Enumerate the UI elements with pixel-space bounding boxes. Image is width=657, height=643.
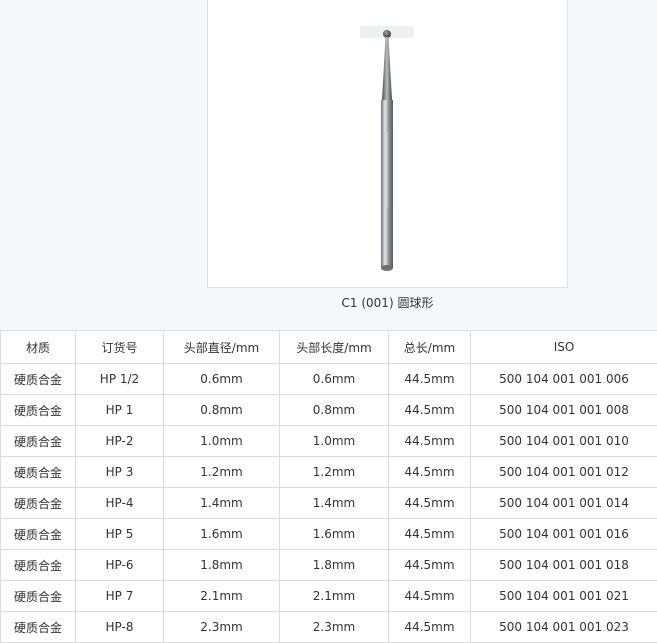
cell-material: 硬质合金: [0, 580, 76, 612]
table-row: 硬质合金 HP 3 1.2mm 1.2mm 44.5mm 500 104 001…: [0, 456, 657, 488]
cell-iso: 500 104 001 001 010: [470, 425, 657, 457]
product-image-frame: [207, 0, 568, 288]
cell-total-length: 44.5mm: [388, 549, 471, 581]
cell-total-length: 44.5mm: [388, 363, 471, 395]
cell-iso: 500 104 001 001 018: [470, 549, 657, 581]
header-order-number: 订货号: [75, 330, 164, 364]
cell-order-number: HP 1/2: [75, 363, 164, 395]
cell-total-length: 44.5mm: [388, 580, 471, 612]
table-row: 硬质合金 HP 1 0.8mm 0.8mm 44.5mm 500 104 001…: [0, 394, 657, 426]
table-row: 硬质合金 HP-6 1.8mm 1.8mm 44.5mm 500 104 001…: [0, 549, 657, 581]
cell-order-number: HP 7: [75, 580, 164, 612]
cell-material: 硬质合金: [0, 425, 76, 457]
cell-order-number: HP 5: [75, 518, 164, 550]
cell-iso: 500 104 001 001 012: [470, 456, 657, 488]
cell-material: 硬质合金: [0, 611, 76, 643]
cell-iso: 500 104 001 001 023: [470, 611, 657, 643]
header-head-length: 头部长度/mm: [279, 330, 389, 364]
cell-order-number: HP-2: [75, 425, 164, 457]
table-row: 硬质合金 HP-8 2.3mm 2.3mm 44.5mm 500 104 001…: [0, 611, 657, 643]
cell-total-length: 44.5mm: [388, 394, 471, 426]
cell-total-length: 44.5mm: [388, 611, 471, 643]
cell-iso: 500 104 001 001 016: [470, 518, 657, 550]
cell-head-diameter: 1.2mm: [163, 456, 280, 488]
cell-total-length: 44.5mm: [388, 518, 471, 550]
cell-iso: 500 104 001 001 014: [470, 487, 657, 519]
cell-head-length: 0.6mm: [279, 363, 389, 395]
cell-material: 硬质合金: [0, 518, 76, 550]
table-row: 硬质合金 HP 7 2.1mm 2.1mm 44.5mm 500 104 001…: [0, 580, 657, 612]
spec-table: 材质 订货号 头部直径/mm 头部长度/mm 总长/mm ISO 硬质合金 HP…: [0, 330, 657, 643]
cell-head-diameter: 2.3mm: [163, 611, 280, 643]
header-material: 材质: [0, 330, 76, 364]
cell-head-length: 1.2mm: [279, 456, 389, 488]
cell-iso: 500 104 001 001 006: [470, 363, 657, 395]
cell-material: 硬质合金: [0, 487, 76, 519]
cell-head-diameter: 0.6mm: [163, 363, 280, 395]
cell-head-diameter: 1.8mm: [163, 549, 280, 581]
table-row: 硬质合金 HP 1/2 0.6mm 0.6mm 44.5mm 500 104 0…: [0, 363, 657, 395]
cell-total-length: 44.5mm: [388, 487, 471, 519]
cell-head-length: 1.6mm: [279, 518, 389, 550]
cell-order-number: HP-4: [75, 487, 164, 519]
cell-head-diameter: 1.0mm: [163, 425, 280, 457]
cell-head-length: 1.4mm: [279, 487, 389, 519]
table-header-row: 材质 订货号 头部直径/mm 头部长度/mm 总长/mm ISO: [0, 330, 657, 364]
product-caption: C1 (001) 圆球形: [341, 296, 434, 310]
table-row: 硬质合金 HP 5 1.6mm 1.6mm 44.5mm 500 104 001…: [0, 518, 657, 550]
cell-total-length: 44.5mm: [388, 456, 471, 488]
cell-material: 硬质合金: [0, 363, 76, 395]
cell-head-length: 2.3mm: [279, 611, 389, 643]
cell-head-diameter: 1.6mm: [163, 518, 280, 550]
cell-head-length: 1.0mm: [279, 425, 389, 457]
cell-order-number: HP 1: [75, 394, 164, 426]
cell-material: 硬质合金: [0, 456, 76, 488]
table-row: 硬质合金 HP-4 1.4mm 1.4mm 44.5mm 500 104 001…: [0, 487, 657, 519]
cell-head-diameter: 1.4mm: [163, 487, 280, 519]
table-row: 硬质合金 HP-2 1.0mm 1.0mm 44.5mm 500 104 001…: [0, 425, 657, 457]
header-total-length: 总长/mm: [388, 330, 471, 364]
cell-head-length: 0.8mm: [279, 394, 389, 426]
cell-order-number: HP 3: [75, 456, 164, 488]
cell-head-diameter: 0.8mm: [163, 394, 280, 426]
header-head-diameter: 头部直径/mm: [163, 330, 280, 364]
cell-total-length: 44.5mm: [388, 425, 471, 457]
cell-head-length: 1.8mm: [279, 549, 389, 581]
cell-order-number: HP-8: [75, 611, 164, 643]
cell-iso: 500 104 001 001 021: [470, 580, 657, 612]
cell-material: 硬质合金: [0, 549, 76, 581]
cell-order-number: HP-6: [75, 549, 164, 581]
header-iso: ISO: [470, 330, 657, 364]
cell-iso: 500 104 001 001 008: [470, 394, 657, 426]
cell-head-length: 2.1mm: [279, 580, 389, 612]
bur-product-image: [360, 26, 414, 271]
cell-material: 硬质合金: [0, 394, 76, 426]
cell-head-diameter: 2.1mm: [163, 580, 280, 612]
